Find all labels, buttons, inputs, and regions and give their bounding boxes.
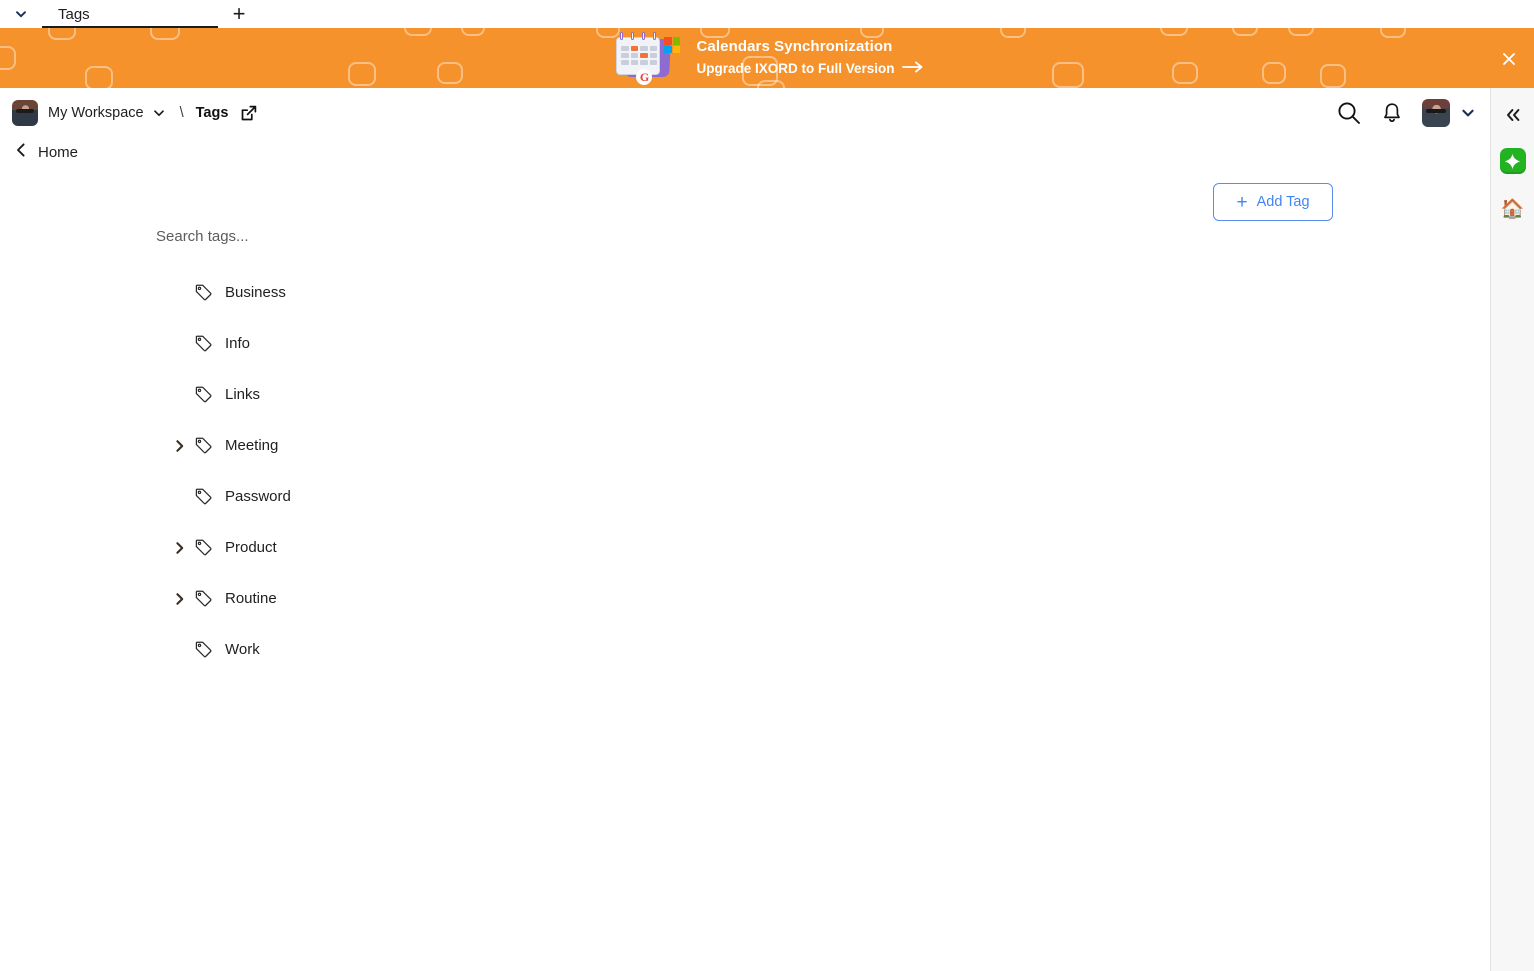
arrow-right-icon (901, 59, 924, 79)
search-icon[interactable] (1336, 100, 1362, 126)
right-sidebar: 🏠 (1490, 88, 1534, 971)
chevron-left-icon (14, 142, 28, 163)
tag-row[interactable]: Product (140, 522, 620, 573)
tag-icon (190, 386, 216, 403)
ai-assistant-button[interactable] (1499, 148, 1526, 174)
workspace-name[interactable]: My Workspace (48, 105, 144, 121)
house-icon[interactable]: 🏠 (1500, 196, 1526, 222)
search-tags-input[interactable] (140, 222, 460, 251)
tag-icon (190, 488, 216, 505)
tag-icon (190, 539, 216, 556)
promo-banner: G Calendars Synchronization Upgrade IXOR… (0, 28, 1534, 88)
back-label: Home (38, 144, 79, 161)
add-tag-label: Add Tag (1256, 194, 1310, 210)
account-chevron-down-icon[interactable] (1460, 105, 1476, 121)
tag-row[interactable]: Info (140, 318, 620, 369)
tag-icon (190, 437, 216, 454)
chevron-right-icon[interactable] (170, 592, 190, 606)
tag-label: Work (225, 641, 260, 658)
header-actions (1336, 88, 1490, 138)
collapse-sidebar-button[interactable] (1503, 104, 1523, 126)
tab-list-dropdown-icon[interactable] (0, 0, 42, 28)
back-to-home-button[interactable]: Home (14, 142, 78, 163)
promo-upgrade-label: Upgrade IXORD to Full Version (696, 61, 895, 76)
tags-panel: Business Info Links Meeting Password Product R… (140, 222, 620, 675)
tag-label: Product (225, 539, 277, 556)
bell-icon[interactable] (1380, 101, 1404, 125)
tag-label: Routine (225, 590, 277, 607)
tag-row[interactable]: Password (140, 471, 620, 522)
tag-icon (190, 335, 216, 352)
chevron-right-icon[interactable] (170, 439, 190, 453)
add-tag-button[interactable]: + Add Tag (1213, 183, 1333, 221)
microsoft-logo-icon (664, 37, 681, 53)
browser-tab-strip: Tags + (0, 0, 1534, 28)
tag-icon (190, 284, 216, 301)
user-avatar[interactable] (1422, 99, 1450, 127)
tag-row[interactable]: Links (140, 369, 620, 420)
workspace-avatar (12, 100, 38, 126)
promo-upgrade-link[interactable]: Upgrade IXORD to Full Version (696, 59, 923, 79)
tag-row[interactable]: Meeting (140, 420, 620, 471)
new-tab-button[interactable]: + (218, 0, 260, 28)
tag-label: Links (225, 386, 261, 403)
chevron-right-icon[interactable] (170, 541, 190, 555)
browser-tab-label: Tags (58, 5, 90, 23)
sparkle-icon (1504, 153, 1521, 169)
page-title: Tags (195, 105, 229, 121)
browser-tab-tags[interactable]: Tags (42, 0, 218, 28)
workspace-chevron-down-icon[interactable] (152, 106, 166, 120)
tag-label: Info (225, 335, 251, 352)
promo-close-button[interactable] (1496, 46, 1522, 72)
tags-list: Business Info Links Meeting Password Product R… (140, 267, 620, 675)
tag-row[interactable]: Routine (140, 573, 620, 624)
plus-icon: + (1236, 191, 1248, 213)
workspace-breadcrumb-bar: My Workspace \ Tags (0, 88, 1490, 138)
tag-row[interactable]: Work (140, 624, 620, 675)
tag-icon (190, 590, 216, 607)
calendar-sync-illustration-icon: G (610, 31, 682, 85)
tag-label: Meeting (225, 437, 279, 454)
tag-label: Business (225, 284, 286, 301)
tag-row[interactable]: Business (140, 267, 620, 318)
external-link-icon[interactable] (240, 104, 258, 122)
tag-icon (190, 641, 216, 658)
promo-title: Calendars Synchronization (696, 38, 893, 55)
breadcrumb-separator: \ (179, 105, 184, 121)
google-logo-icon: G (636, 69, 653, 85)
plus-icon: + (232, 1, 246, 26)
tag-label: Password (225, 488, 291, 505)
